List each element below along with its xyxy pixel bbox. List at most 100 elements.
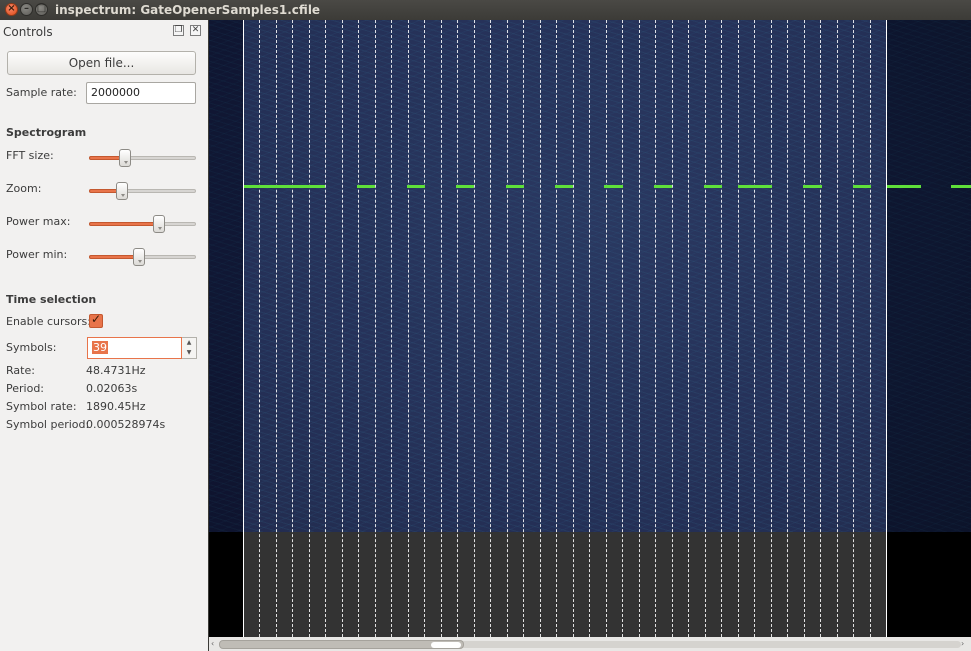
left-time-cursor[interactable] xyxy=(243,20,244,637)
symbol-boundary-line xyxy=(737,20,739,637)
slider-handle[interactable] xyxy=(116,182,128,200)
spectrogram-outside-left xyxy=(209,20,243,532)
symbol-boundary-line xyxy=(391,20,393,637)
signal-burst xyxy=(951,185,971,188)
symbol-boundary-line xyxy=(407,20,409,637)
spin-down-icon[interactable]: ▼ xyxy=(182,348,196,358)
slider-handle[interactable] xyxy=(119,149,131,167)
symbol-boundary-line xyxy=(341,20,343,637)
symbols-value: 39 xyxy=(92,341,108,354)
signal-burst xyxy=(456,185,474,188)
symbols-label: Symbols: xyxy=(6,341,57,354)
signal-burst xyxy=(853,185,871,188)
fft-size-slider[interactable] xyxy=(89,149,196,167)
zoom-slider[interactable] xyxy=(89,182,196,200)
power-min-slider[interactable] xyxy=(89,248,196,266)
symbol-boundary-line xyxy=(688,20,690,637)
slider-handle[interactable] xyxy=(133,248,145,266)
scrollbar-grip[interactable] xyxy=(431,642,461,648)
symbol-boundary-line xyxy=(506,20,508,637)
symbol-boundary-line xyxy=(556,20,558,637)
scroll-right-icon[interactable]: › xyxy=(961,639,964,648)
window-titlebar: × – □ inspectrum: GateOpenerSamples1.cfi… xyxy=(0,0,971,20)
slider-handle[interactable] xyxy=(153,215,165,233)
symbol-boundary-line xyxy=(589,20,591,637)
open-file-button[interactable]: Open file... xyxy=(7,51,196,75)
signal-burst xyxy=(357,185,375,188)
scrollbar-thumb[interactable] xyxy=(219,640,464,649)
symbol-boundary-line xyxy=(275,20,277,637)
symbol-boundary-line xyxy=(836,20,838,637)
slider-fill xyxy=(89,222,159,226)
time-selection-region xyxy=(243,20,887,532)
symbol-boundary-line xyxy=(292,20,294,637)
sample-rate-label: Sample rate: xyxy=(6,86,77,99)
dock-close-icon[interactable]: ✕ xyxy=(190,25,201,36)
power-max-slider[interactable] xyxy=(89,215,196,233)
symbol-boundary-line xyxy=(308,20,310,637)
close-icon: × xyxy=(7,3,16,14)
symbol-boundary-line xyxy=(754,20,756,637)
controls-dock: Controls ❐ ✕ Open file... Sample rate: 2… xyxy=(0,20,208,651)
signal-burst xyxy=(803,185,822,188)
time-selection-lower-band xyxy=(243,532,887,637)
minimize-icon: – xyxy=(24,3,29,14)
enable-cursors-label: Enable cursors: xyxy=(6,315,91,328)
symbols-input[interactable]: 39 xyxy=(87,337,182,359)
window-close-button[interactable]: × xyxy=(5,3,18,16)
symbol-boundary-line xyxy=(490,20,492,637)
sample-rate-input[interactable]: 2000000 xyxy=(86,82,196,104)
symbol-boundary-line xyxy=(374,20,376,637)
symbol-boundary-line xyxy=(655,20,657,637)
symbol-period-label: Symbol period: xyxy=(6,418,90,431)
symbol-boundary-line xyxy=(622,20,624,637)
symbol-boundary-line xyxy=(440,20,442,637)
dock-title: Controls xyxy=(3,25,53,39)
symbol-rate-label: Symbol rate: xyxy=(6,400,77,413)
spin-buttons: ▲ ▼ xyxy=(182,337,197,359)
symbol-boundary-line xyxy=(671,20,673,637)
symbol-rate-value: 1890.45Hz xyxy=(86,400,146,413)
symbol-boundary-line xyxy=(523,20,525,637)
spectrogram-section-heading: Spectrogram xyxy=(6,126,87,139)
symbol-boundary-line xyxy=(572,20,574,637)
symbol-boundary-line xyxy=(869,20,871,637)
horizontal-scrollbar[interactable]: ‹ › xyxy=(209,637,971,651)
spin-up-icon[interactable]: ▲ xyxy=(182,338,196,348)
symbol-boundary-line xyxy=(770,20,772,637)
zoom-label: Zoom: xyxy=(6,182,42,195)
maximize-icon: □ xyxy=(36,3,47,14)
window-maximize-button[interactable]: □ xyxy=(35,3,48,16)
signal-burst xyxy=(506,185,524,188)
symbol-boundary-line xyxy=(721,20,723,637)
signal-burst xyxy=(555,185,573,188)
symbol-boundary-line xyxy=(473,20,475,637)
symbol-boundary-line xyxy=(605,20,607,637)
slider-fill xyxy=(89,255,139,259)
symbol-boundary-line xyxy=(787,20,789,637)
symbol-boundary-line xyxy=(259,20,261,637)
signal-burst xyxy=(407,185,425,188)
window-minimize-button[interactable]: – xyxy=(20,3,33,16)
enable-cursors-checkbox[interactable]: ✓ xyxy=(89,312,103,328)
period-label: Period: xyxy=(6,382,45,395)
right-time-cursor[interactable] xyxy=(886,20,887,637)
scroll-left-icon[interactable]: ‹ xyxy=(211,639,214,648)
spectrogram-outside-right xyxy=(887,20,971,532)
checkmark-icon: ✓ xyxy=(91,312,102,326)
symbols-spinbox[interactable]: 39 ▲ ▼ xyxy=(87,337,197,359)
dock-float-icon[interactable]: ❐ xyxy=(173,25,184,36)
period-value: 0.02063s xyxy=(86,382,138,395)
rate-label: Rate: xyxy=(6,364,35,377)
symbol-boundary-line xyxy=(457,20,459,637)
power-max-label: Power max: xyxy=(6,215,71,228)
signal-burst xyxy=(738,185,772,188)
spectrogram-view[interactable] xyxy=(209,20,971,637)
symbol-boundary-line xyxy=(803,20,805,637)
signal-burst xyxy=(887,185,921,188)
signal-burst xyxy=(604,185,623,188)
time-selection-section-heading: Time selection xyxy=(6,293,97,306)
signal-burst xyxy=(243,185,325,188)
symbol-boundary-line xyxy=(358,20,360,637)
symbol-boundary-line xyxy=(853,20,855,637)
